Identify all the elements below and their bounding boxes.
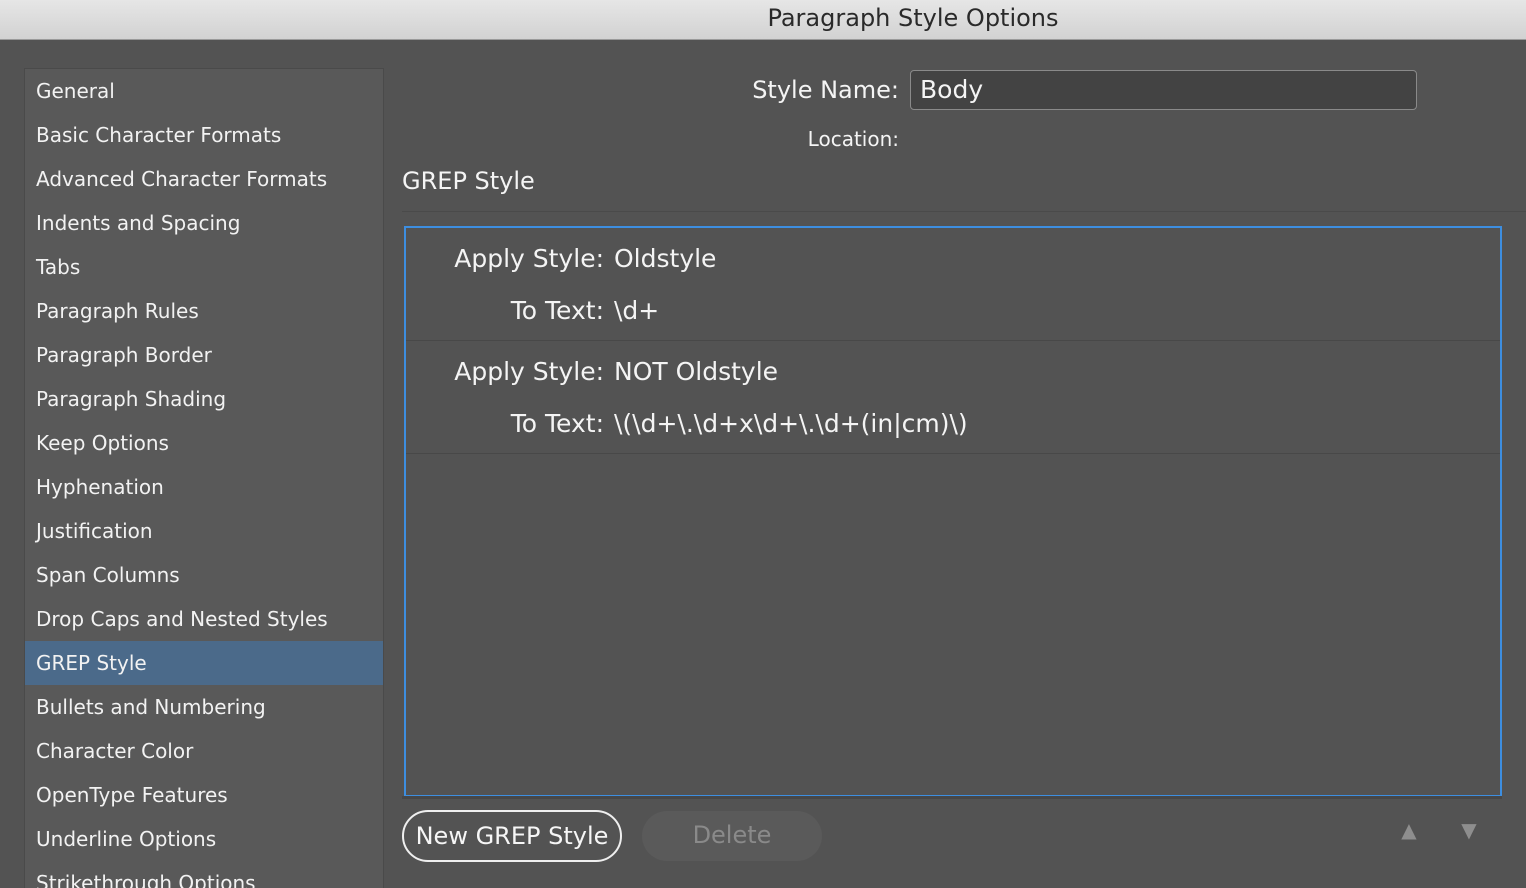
to-text-value[interactable]: \d+ [604,294,659,328]
style-name-input[interactable] [910,70,1417,110]
sidebar-item-strikethrough-options[interactable]: Strikethrough Options [25,861,383,888]
move-down-icon[interactable]: ▼ [1457,818,1481,842]
section-divider [402,211,1526,212]
move-up-icon[interactable]: ▲ [1397,818,1421,842]
sidebar-item-basic-character-formats[interactable]: Basic Character Formats [25,113,383,157]
sidebar-item-general[interactable]: General [25,69,383,113]
sidebar-item-character-color[interactable]: Character Color [25,729,383,773]
sidebar-item-paragraph-rules[interactable]: Paragraph Rules [25,289,383,333]
grep-rule[interactable]: Apply Style: NOT Oldstyle To Text: \(\d+\.… [406,341,1500,454]
to-text-row: To Text: \d+ [406,294,660,328]
sidebar-item-bullets-and-numbering[interactable]: Bullets and Numbering [25,685,383,729]
sidebar-item-drop-caps-and-nested-styles[interactable]: Drop Caps and Nested Styles [25,597,383,641]
to-text-row: To Text: \(\d+\.\d+x\d+\.\d+(in|cm)\) [406,407,968,441]
sidebar-item-advanced-character-formats[interactable]: Advanced Character Formats [25,157,383,201]
sidebar-item-indents-and-spacing[interactable]: Indents and Spacing [25,201,383,245]
apply-style-row: Apply Style: Oldstyle [406,242,716,276]
sidebar-item-underline-options[interactable]: Underline Options [25,817,383,861]
apply-style-label: Apply Style: [454,244,604,273]
to-text-value[interactable]: \(\d+\.\d+x\d+\.\d+(in|cm)\) [604,407,968,441]
sidebar-item-justification[interactable]: Justification [25,509,383,553]
style-name-label: Style Name: [752,76,899,104]
section-title: GREP Style [402,167,535,195]
apply-style-value[interactable]: NOT Oldstyle [604,355,778,389]
sidebar-item-keep-options[interactable]: Keep Options [25,421,383,465]
sidebar-item-paragraph-border[interactable]: Paragraph Border [25,333,383,377]
new-grep-style-button[interactable]: New GREP Style [402,810,622,862]
apply-style-label: Apply Style: [454,357,604,386]
sidebar-item-opentype-features[interactable]: OpenType Features [25,773,383,817]
sidebar-item-hyphenation[interactable]: Hyphenation [25,465,383,509]
sidebar-item-paragraph-shading[interactable]: Paragraph Shading [25,377,383,421]
window-title: Paragraph Style Options [767,4,1059,32]
list-bottom-edge [402,796,1502,799]
delete-button[interactable]: Delete [642,811,822,861]
sidebar-item-tabs[interactable]: Tabs [25,245,383,289]
grep-style-list[interactable]: Apply Style: Oldstyle To Text: \d+ Apply S… [404,226,1502,797]
grep-rule[interactable]: Apply Style: Oldstyle To Text: \d+ [406,228,1500,341]
to-text-label: To Text: [510,409,604,438]
category-sidebar: General Basic Character Formats Advanced… [24,68,384,888]
paragraph-style-options-dialog: Paragraph Style Options General Basic Ch… [0,0,1526,888]
sidebar-item-span-columns[interactable]: Span Columns [25,553,383,597]
apply-style-row: Apply Style: NOT Oldstyle [406,355,778,389]
title-bar: Paragraph Style Options [0,0,1526,40]
to-text-label: To Text: [510,296,604,325]
location-label: Location: [807,127,899,151]
apply-style-value[interactable]: Oldstyle [604,242,716,276]
sidebar-item-grep-style[interactable]: GREP Style [25,641,383,685]
